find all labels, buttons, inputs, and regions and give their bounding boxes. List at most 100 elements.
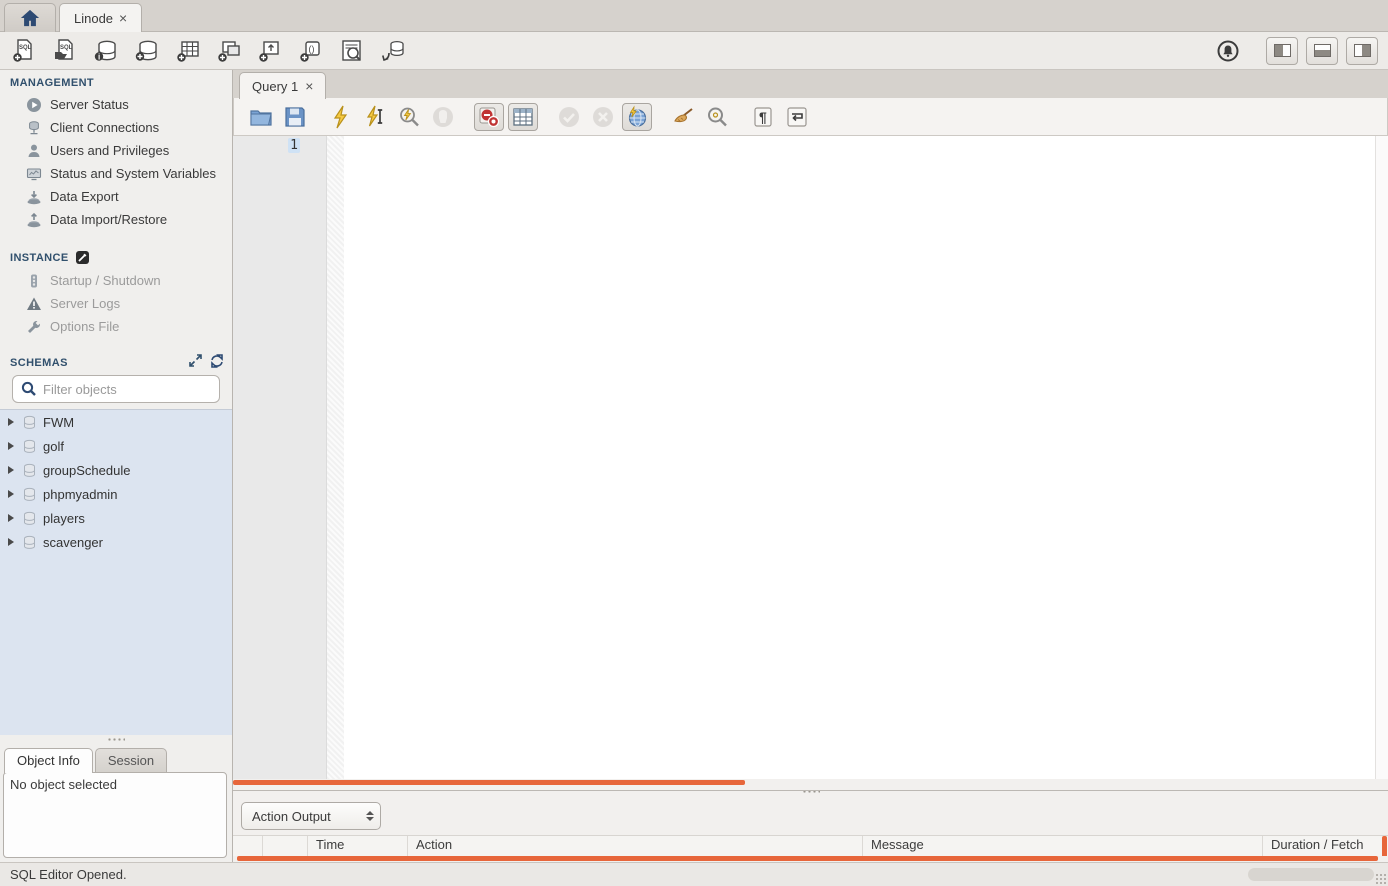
schema-icon — [22, 535, 37, 550]
close-icon[interactable]: × — [305, 79, 313, 93]
search-table-data-icon[interactable] — [338, 37, 366, 65]
output-view-select[interactable]: Action Output — [241, 802, 381, 830]
home-tab[interactable] — [4, 3, 56, 32]
toggle-invisibles-button[interactable]: ¶ — [748, 103, 778, 131]
column-index[interactable] — [263, 836, 308, 856]
expand-schemas-icon[interactable] — [189, 354, 202, 367]
create-function-icon[interactable]: () — [297, 37, 325, 65]
toggle-right-panel-button[interactable] — [1346, 37, 1378, 65]
output-vertical-scrollbar[interactable] — [1382, 836, 1387, 858]
code-area[interactable] — [344, 136, 1375, 779]
sidebar-item-users-privileges[interactable]: Users and Privileges — [0, 139, 232, 162]
system-variables-icon — [26, 166, 42, 182]
stop-icon — [431, 105, 455, 129]
connection-tab[interactable]: Linode × — [59, 3, 142, 32]
sidebar-item-label: Options File — [50, 319, 119, 334]
column-duration-fetch[interactable]: Duration / Fetch — [1263, 836, 1388, 856]
sidebar-item-label: Server Status — [50, 97, 129, 112]
schema-icon — [22, 487, 37, 502]
status-bar-text: SQL Editor Opened. — [10, 867, 127, 882]
expander-icon[interactable] — [6, 466, 16, 474]
execute-button[interactable] — [326, 103, 356, 131]
main-area: Query 1 × — [233, 70, 1388, 862]
sidebar-item-server-logs[interactable]: Server Logs — [0, 292, 232, 315]
filter-box[interactable] — [12, 375, 220, 403]
open-sql-script-icon[interactable]: SQL — [51, 37, 79, 65]
toggle-autocommit-button[interactable] — [622, 103, 652, 131]
splitter-grip-icon — [107, 738, 125, 741]
schema-node-groupschedule[interactable]: groupSchedule — [0, 458, 232, 482]
editor-vertical-scrollbar[interactable] — [1375, 136, 1388, 779]
toggle-right-panel-icon — [1354, 44, 1371, 57]
close-icon[interactable]: × — [119, 11, 127, 25]
notifications-icon[interactable] — [1214, 37, 1242, 65]
svg-text:¶: ¶ — [759, 109, 767, 125]
limit-rows-button[interactable] — [508, 103, 538, 131]
expander-icon[interactable] — [6, 490, 16, 498]
sidebar-item-options-file[interactable]: Options File — [0, 315, 232, 338]
beautify-button[interactable] — [668, 103, 698, 131]
schema-node-fwm[interactable]: FWM — [0, 410, 232, 434]
output-splitter[interactable] — [233, 786, 1388, 797]
create-procedure-icon[interactable] — [256, 37, 284, 65]
search-icon — [21, 381, 37, 397]
column-message[interactable]: Message — [863, 836, 1263, 856]
find-button[interactable] — [702, 103, 732, 131]
schema-node-phpmyadmin[interactable]: phpmyadmin — [0, 482, 232, 506]
editor-horizontal-scrollbar[interactable] — [233, 779, 1388, 786]
stop-button[interactable] — [428, 103, 458, 131]
create-table-icon[interactable] — [174, 37, 202, 65]
schema-icon — [22, 463, 37, 478]
sidebar-item-server-status[interactable]: Server Status — [0, 93, 232, 116]
new-sql-tab-icon[interactable]: SQL — [10, 37, 38, 65]
main-toolbar-right-group — [1214, 37, 1378, 65]
expander-icon[interactable] — [6, 442, 16, 450]
schema-name: FWM — [43, 415, 74, 430]
sidebar-item-data-export[interactable]: Data Export — [0, 185, 232, 208]
create-schema-icon[interactable] — [133, 37, 161, 65]
schema-node-golf[interactable]: golf — [0, 434, 232, 458]
data-export-icon — [26, 189, 42, 205]
open-file-icon — [249, 105, 273, 129]
column-time[interactable]: Time — [308, 836, 408, 856]
inspect-database-icon[interactable]: i — [92, 37, 120, 65]
commit-button[interactable] — [554, 103, 584, 131]
save-button[interactable] — [280, 103, 310, 131]
tab-object-info[interactable]: Object Info — [4, 748, 93, 773]
sidebar-splitter[interactable] — [0, 735, 232, 744]
sidebar-item-startup-shutdown[interactable]: Startup / Shutdown — [0, 269, 232, 292]
tab-session[interactable]: Session — [95, 748, 167, 773]
scrollbar-thumb[interactable] — [233, 780, 745, 785]
sidebar-item-status-system-variables[interactable]: Status and System Variables — [0, 162, 232, 185]
toggle-bottom-panel-button[interactable] — [1306, 37, 1338, 65]
find-icon — [705, 105, 729, 129]
sidebar-item-client-connections[interactable]: Client Connections — [0, 116, 232, 139]
open-file-button[interactable] — [246, 103, 276, 131]
connect-database-icon[interactable] — [379, 37, 407, 65]
tab-query-1[interactable]: Query 1 × — [239, 72, 326, 99]
toggle-stop-on-error-button[interactable] — [474, 103, 504, 131]
scrollbar-thumb[interactable] — [237, 856, 1378, 861]
connection-tab-label: Linode — [74, 11, 113, 26]
status-scrollbar-thumb[interactable] — [1248, 868, 1374, 881]
users-icon — [26, 143, 42, 159]
filter-objects-input[interactable] — [43, 382, 219, 397]
explain-button[interactable] — [394, 103, 424, 131]
toggle-left-panel-button[interactable] — [1266, 37, 1298, 65]
create-view-icon[interactable] — [215, 37, 243, 65]
column-status[interactable] — [233, 836, 263, 856]
toggle-wrap-button[interactable] — [782, 103, 812, 131]
svg-text:SQL: SQL — [19, 45, 32, 51]
column-action[interactable]: Action — [408, 836, 863, 856]
rollback-button[interactable] — [588, 103, 618, 131]
schema-node-players[interactable]: players — [0, 506, 232, 530]
execute-current-button[interactable] — [360, 103, 390, 131]
refresh-schemas-icon[interactable] — [210, 354, 224, 368]
resize-grip-icon[interactable] — [1375, 873, 1387, 885]
expander-icon[interactable] — [6, 418, 16, 426]
sql-editor[interactable]: 1 — [233, 136, 1388, 779]
expander-icon[interactable] — [6, 538, 16, 546]
expander-icon[interactable] — [6, 514, 16, 522]
schema-node-scavenger[interactable]: scavenger — [0, 530, 232, 554]
sidebar-item-data-import[interactable]: Data Import/Restore — [0, 208, 232, 231]
